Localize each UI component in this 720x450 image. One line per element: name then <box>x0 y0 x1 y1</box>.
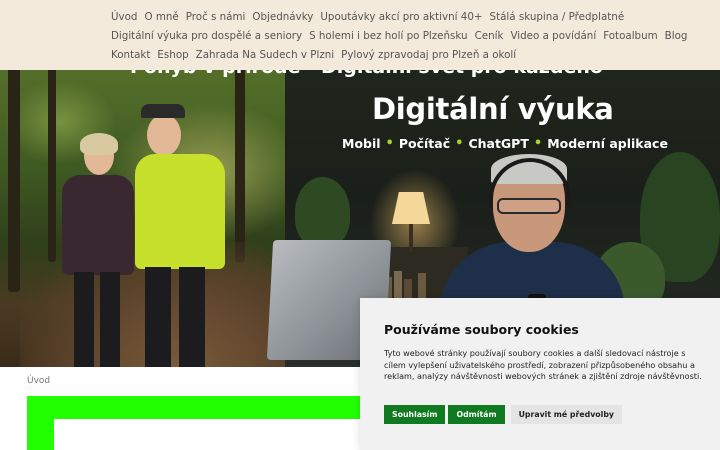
nav-link-pylovy-zpravodaj[interactable]: Pylový zpravodaj pro Plzeň a okolí <box>341 47 516 63</box>
cookie-consent-banner: Používáme soubory cookies Tyto webové st… <box>360 298 720 450</box>
nav-link-o-mne[interactable]: O mně <box>144 9 178 25</box>
cookie-button-group: Souhlasím Odmítám Upravit mé předvolby <box>384 405 622 424</box>
nav-link-video[interactable]: Video a povídání <box>510 28 596 44</box>
hero-subtitle-item: Počítač <box>398 136 451 151</box>
accept-cookies-button[interactable]: Souhlasím <box>384 405 446 424</box>
nav-link-kontakt[interactable]: Kontakt <box>111 47 150 63</box>
nav-link-digitalni-vyuka[interactable]: Digitální výuka pro dospělé a seniory <box>111 28 302 44</box>
man-leg <box>179 267 205 367</box>
tree-trunk <box>48 62 56 262</box>
main-nav: Úvod O mně Proč s námi Objednávky Upoutá… <box>0 0 720 70</box>
nav-link-blog[interactable]: Blog <box>665 28 688 44</box>
bullet-separator: • <box>455 136 464 151</box>
houseplant <box>295 177 350 247</box>
man-figure <box>135 104 225 367</box>
reject-cookies-button[interactable]: Odmítám <box>448 405 505 424</box>
nav-link-fotoalbum[interactable]: Fotoalbum <box>603 28 657 44</box>
man-leg <box>145 267 171 367</box>
content-placeholder-inner <box>54 419 367 450</box>
nav-link-proc-s-nami[interactable]: Proč s námi <box>186 9 246 25</box>
woman-leg <box>74 272 94 367</box>
flat-cap <box>141 104 185 118</box>
woman-jacket <box>62 175 134 275</box>
nav-link-s-holemi[interactable]: S holemi i bez holí po Plzeňsku <box>309 28 467 44</box>
woman-hair <box>80 133 118 155</box>
hero-subtitle-item: ChatGPT <box>468 136 529 151</box>
man-yellow-jacket <box>135 154 225 269</box>
bullet-separator: • <box>533 136 543 151</box>
tree-trunk <box>235 62 245 262</box>
hero-subtitle-item: Moderní aplikace <box>547 136 668 151</box>
woman-figure <box>62 133 134 367</box>
nav-link-uvod[interactable]: Úvod <box>111 9 137 25</box>
nav-link-zahrada[interactable]: Zahrada Na Sudech v Plzni <box>196 47 334 63</box>
tree-trunk <box>8 62 20 292</box>
hero-subtitle: Mobil • Počítač • ChatGPT • Moderní apli… <box>342 136 668 151</box>
cookie-description: Tyto webové stránky používají soubory co… <box>384 348 702 382</box>
customize-preferences-button[interactable]: Upravit mé předvolby <box>510 405 622 424</box>
breadcrumb[interactable]: Úvod <box>27 376 50 386</box>
nav-row-2: Digitální výuka pro dospělé a seniory S … <box>111 28 694 44</box>
glasses-icon <box>497 198 561 214</box>
man-head <box>147 114 181 156</box>
nav-row-3: Kontakt Eshop Zahrada Na Sudech v Plzni … <box>111 47 523 63</box>
hero-title: Digitální výuka <box>372 92 614 126</box>
lamp-stand <box>409 224 413 252</box>
nav-link-cenik[interactable]: Ceník <box>475 28 504 44</box>
bullet-separator: • <box>385 136 394 151</box>
cookie-title: Používáme soubory cookies <box>384 322 579 337</box>
nav-link-objednavky[interactable]: Objednávky <box>252 9 313 25</box>
nav-link-eshop[interactable]: Eshop <box>157 47 188 63</box>
woman-leg <box>100 272 120 367</box>
nav-link-upoutavky[interactable]: Upoutávky akcí pro aktivní 40+ <box>320 9 482 25</box>
nav-link-stala-skupina[interactable]: Stálá skupina / Předplatné <box>490 9 625 25</box>
nav-row-1: Úvod O mně Proč s námi Objednávky Upoutá… <box>111 9 631 25</box>
hero-subtitle-item: Mobil <box>342 136 381 151</box>
